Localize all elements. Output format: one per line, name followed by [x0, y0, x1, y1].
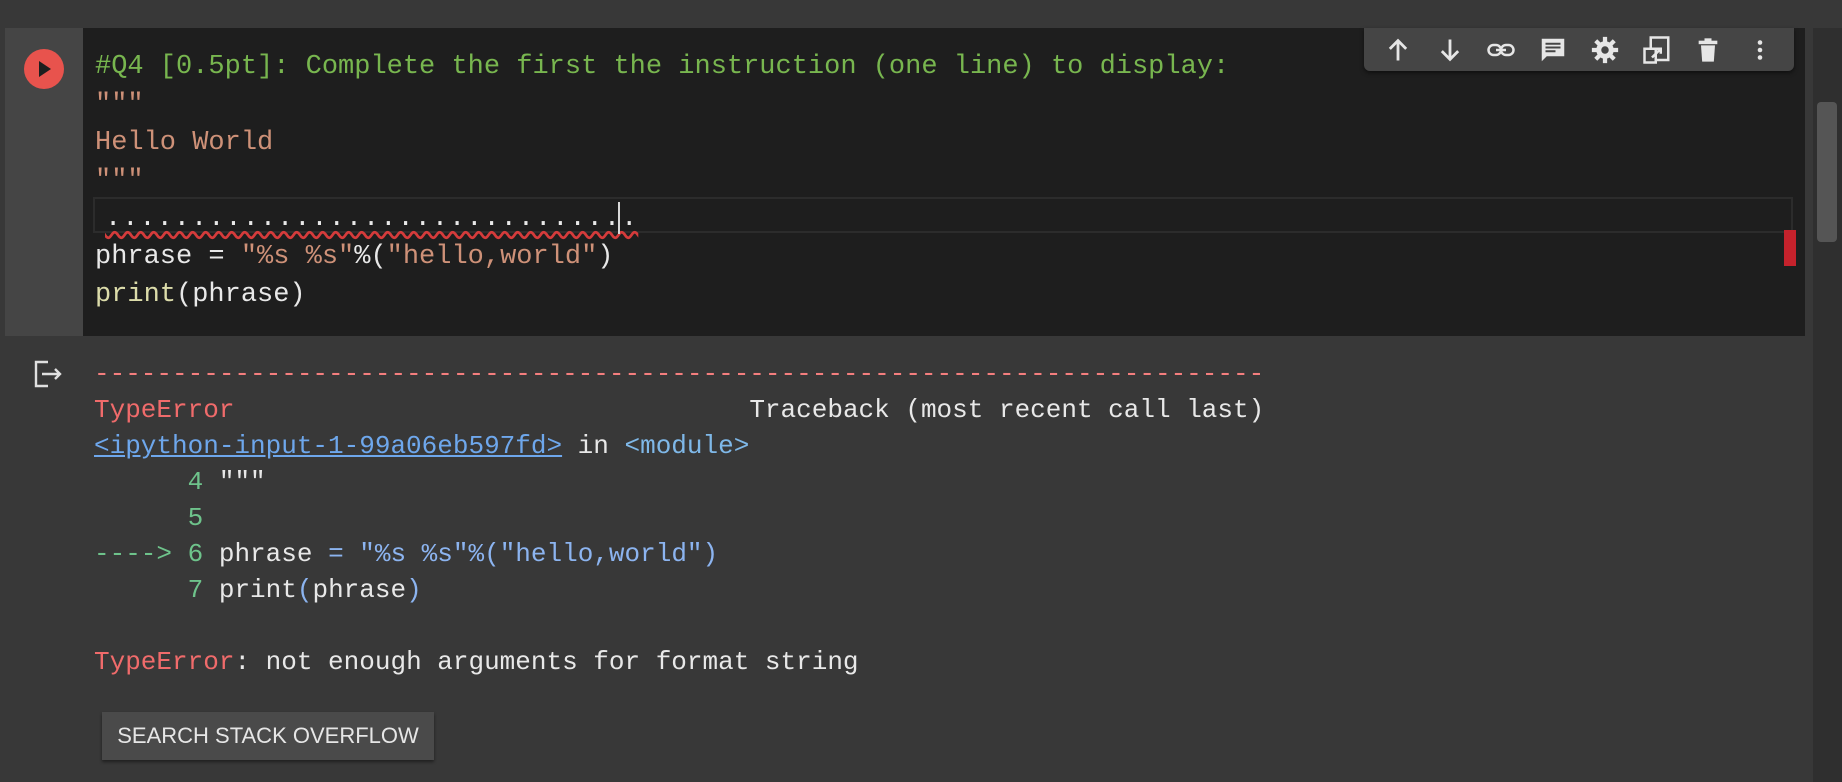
delete-cell-button[interactable]: [1690, 32, 1726, 68]
line-code-string: "%s %s"%("hello,world"): [343, 539, 719, 569]
code-editor[interactable]: #Q4 [0.5pt]: Complete the first the inst…: [93, 48, 1795, 314]
code-line-5[interactable]: ...............................: [93, 197, 1795, 238]
line-prefix: [94, 503, 188, 533]
line-code: print: [203, 575, 297, 605]
line-prefix: [94, 467, 188, 497]
traceback-label: Traceback (most recent call last): [749, 395, 1265, 425]
comment-icon: [1541, 38, 1565, 61]
code-token: "hello,world": [386, 242, 598, 272]
traceback-line: 7 print(phrase): [94, 572, 1264, 608]
move-down-button[interactable]: [1432, 32, 1468, 68]
placeholder-dots[interactable]: ...............................: [105, 201, 638, 237]
line-code: """: [203, 467, 266, 497]
error-type: TypeError: [94, 395, 235, 425]
more-actions-button[interactable]: [1742, 32, 1778, 68]
cell-toolbar: [1364, 28, 1794, 71]
error-line-marker: [1784, 230, 1796, 266]
mirror-cell-button[interactable]: [1639, 32, 1675, 68]
search-stack-overflow-button[interactable]: SEARCH STACK OVERFLOW: [102, 712, 434, 760]
line-number: 6: [187, 539, 204, 569]
output-menu-button[interactable]: [33, 359, 65, 394]
line-code: phrase: [203, 539, 329, 569]
arrow-up-icon: [1388, 38, 1408, 60]
error-line: TypeError: not enough arguments for form…: [94, 644, 1264, 680]
gear-icon: [1591, 36, 1618, 63]
line-number: 4: [187, 467, 204, 497]
error-type: TypeError: [94, 647, 235, 677]
code-token: "%s %s": [240, 242, 355, 272]
move-up-button[interactable]: [1380, 32, 1416, 68]
traceback-spacer: [234, 395, 749, 425]
code-token: ): [597, 242, 614, 272]
line-prefix: ---->: [94, 539, 188, 569]
arrow-down-icon: [1440, 39, 1459, 61]
play-icon: [39, 61, 51, 77]
line-number: 7: [187, 575, 204, 605]
link-icon: [1487, 43, 1516, 56]
code-cell[interactable]: #Q4 [0.5pt]: Complete the first the inst…: [5, 28, 1805, 336]
ipython-input-link[interactable]: <ipython-input-1-99a06eb597fd>: [94, 431, 562, 461]
traceback-separator: ----------------------------------------…: [94, 359, 1265, 389]
text-cursor: [618, 202, 620, 234]
output-icon: [34, 360, 62, 388]
code-line-4: """: [95, 166, 144, 196]
code-line-7: print(phrase): [95, 276, 1795, 314]
code-line-6: phrase = "%s %s"%("hello,world"): [95, 238, 1795, 276]
more-vert-icon: [1757, 39, 1763, 60]
line-code-paren: (: [296, 575, 313, 605]
location-in: in: [562, 431, 625, 461]
trash-icon: [1699, 37, 1718, 62]
module-name: <module>: [624, 431, 750, 461]
traceback-output: ----------------------------------------…: [94, 356, 1264, 680]
error-message: : not enough arguments for format string: [234, 647, 859, 677]
code-token: %(: [354, 242, 387, 272]
line-code-arg: phrase: [312, 575, 407, 605]
cell-gutter: [5, 28, 83, 336]
top-bar: [0, 0, 1842, 28]
settings-button[interactable]: [1587, 32, 1623, 68]
line-code-operator: =: [328, 539, 344, 569]
comment-button[interactable]: [1535, 32, 1571, 68]
traceback-header: TypeError Traceback (most recent call la…: [94, 392, 1264, 428]
code-line-2: """: [95, 90, 144, 120]
page-scrollbar[interactable]: [1813, 28, 1842, 782]
code-line-3: Hello World: [95, 128, 274, 158]
link-button[interactable]: [1483, 32, 1519, 68]
traceback-line: 4 """: [94, 464, 1264, 500]
line-prefix: [94, 575, 188, 605]
code-token: (phrase): [176, 280, 306, 310]
cell-output: ----------------------------------------…: [5, 336, 1805, 782]
mirror-cell-icon: [1642, 35, 1670, 64]
run-cell-button[interactable]: [24, 49, 64, 89]
line-code-paren: ): [406, 575, 422, 605]
line-number: 5: [187, 503, 204, 533]
traceback-line: ----> 6 phrase = "%s %s"%("hello,world"): [94, 536, 1264, 572]
traceback-location: <ipython-input-1-99a06eb597fd> in <modul…: [94, 428, 1264, 464]
scrollbar-thumb[interactable]: [1817, 102, 1837, 242]
traceback-line: 5: [94, 500, 1264, 536]
